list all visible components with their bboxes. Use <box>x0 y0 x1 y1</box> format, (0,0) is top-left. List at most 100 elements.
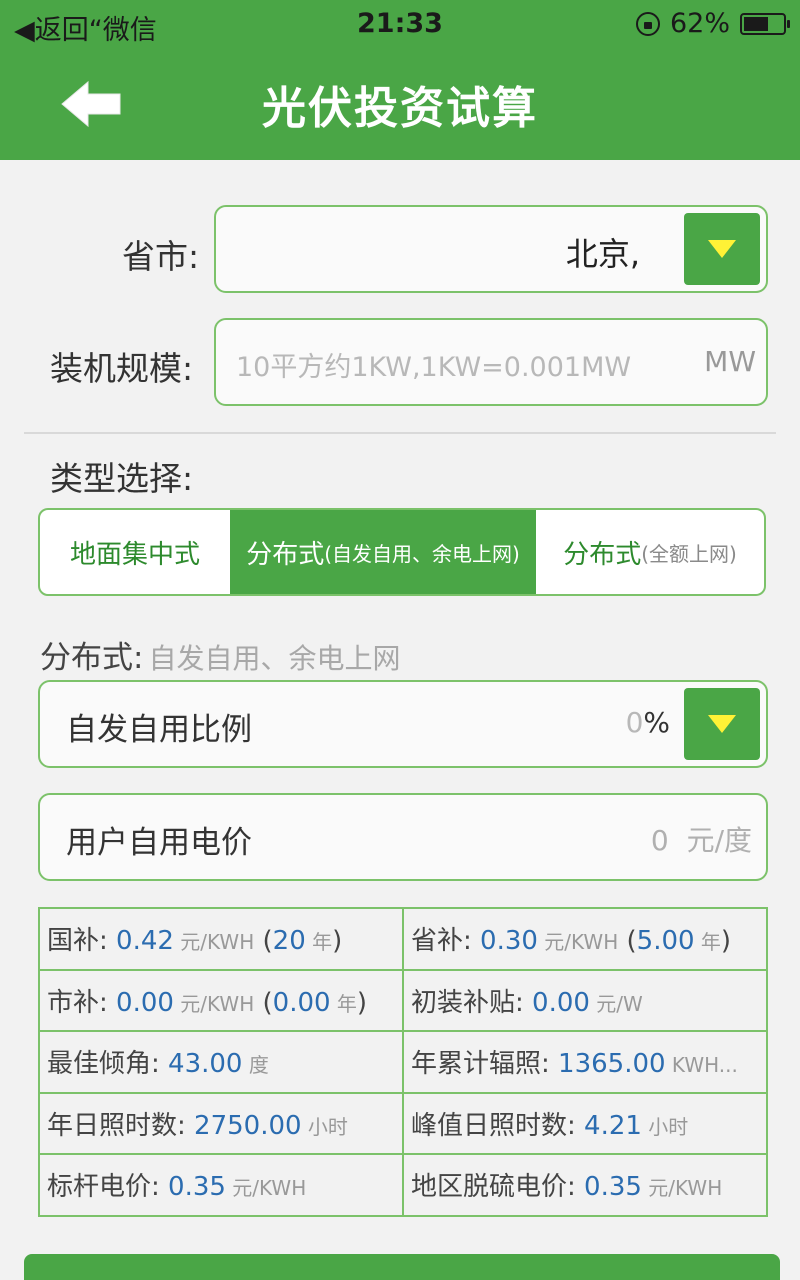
type-select-label: 类型选择: <box>50 459 194 498</box>
param-cell: 峰值日照时数: 4.21 小时 <box>402 1091 768 1155</box>
param-value: 1365.00 <box>558 1049 666 1080</box>
param-label: 最佳倾角: <box>47 1049 169 1080</box>
param-cell: 年日照时数: 2750.00 小时 <box>38 1091 404 1155</box>
param-extra-close: ) <box>332 926 343 957</box>
self-use-price-label: 用户自用电价 <box>66 825 252 861</box>
param-value: 0.00 <box>116 987 174 1018</box>
param-extra-unit: 年 <box>330 991 357 1016</box>
param-label: 峰值日照时数: <box>411 1110 585 1141</box>
param-label: 国补: <box>47 926 117 957</box>
params-row: 年日照时数: 2750.00 小时 峰值日照时数: 4.21 小时 <box>38 1091 768 1155</box>
param-cell: 年累计辐照: 1365.00 KWH... <box>402 1030 768 1094</box>
self-use-ratio-dropdown-button[interactable] <box>684 688 760 760</box>
capacity-input[interactable]: 10平方约1KW,1KW=0.001MW <box>236 345 631 384</box>
province-dropdown-button[interactable] <box>684 213 760 285</box>
battery-percent: 62% <box>669 8 730 39</box>
param-value: 0.35 <box>168 1172 226 1203</box>
distributed-heading: 分布式: 自发自用、余电上网 <box>40 632 401 677</box>
status-bar: ◀返回“微信 21:33 62% <box>0 0 800 50</box>
chevron-down-icon <box>708 715 736 733</box>
param-label: 地区脱硫电价: <box>411 1172 585 1203</box>
param-cell: 市补: 0.00 元/KWH (0.00 年) <box>38 968 404 1032</box>
param-label: 市补: <box>47 987 117 1018</box>
param-extra-open: ( <box>254 987 273 1018</box>
distributed-label: 分布式: <box>40 640 144 676</box>
divider <box>24 432 776 434</box>
rotation-lock-icon <box>635 11 660 36</box>
param-extra-unit: 年 <box>694 930 721 955</box>
param-unit: 度 <box>242 1053 269 1078</box>
type-option-full-sub: (全额上网) <box>641 541 737 566</box>
type-option-ground[interactable]: 地面集中式 <box>40 510 230 594</box>
distributed-desc: 自发自用、余电上网 <box>148 642 401 675</box>
self-use-ratio-value: 0% <box>626 706 670 739</box>
chevron-down-icon <box>708 240 736 258</box>
self-use-ratio-label: 自发自用比例 <box>66 712 252 748</box>
param-cell: 标杆电价: 0.35 元/KWH <box>38 1153 404 1217</box>
param-value: 43.00 <box>168 1049 243 1080</box>
province-value: 北京, <box>565 235 640 273</box>
param-unit: 小时 <box>301 1114 348 1139</box>
type-segmented-control: 地面集中式 分布式 (自发自用、余电上网) 分布式 (全额上网) <box>38 508 766 596</box>
self-use-price-unit: 元/度 <box>686 824 752 857</box>
param-label: 省补: <box>411 926 481 957</box>
battery-icon <box>740 12 790 35</box>
param-extra-value: 20 <box>272 926 306 957</box>
province-select[interactable]: 北京, <box>214 205 768 293</box>
param-unit: 元/KWH <box>173 991 255 1016</box>
param-unit: 元/W <box>589 991 643 1016</box>
capacity-unit: MW <box>704 345 756 378</box>
self-use-price-field[interactable]: 用户自用电价 0 元/度 <box>38 793 768 881</box>
param-label: 标杆电价: <box>47 1172 169 1203</box>
type-option-ground-label: 地面集中式 <box>69 539 200 570</box>
param-unit: 元/KWH <box>641 1176 723 1201</box>
type-option-self-use-main: 分布式 <box>246 539 325 570</box>
page-title: 光伏投资试算 <box>262 83 538 134</box>
type-option-distributed-full[interactable]: 分布式 (全额上网) <box>536 510 764 594</box>
param-label: 年日照时数: <box>47 1110 195 1141</box>
param-cell: 国补: 0.42 元/KWH (20 年) <box>38 907 404 971</box>
status-right: 62% <box>635 8 790 39</box>
type-option-self-use-sub: (自发自用、余电上网) <box>324 541 520 566</box>
param-extra-open: ( <box>254 926 273 957</box>
param-extra-close: ) <box>720 926 732 957</box>
param-unit: 小时 <box>641 1114 689 1139</box>
param-extra-unit: 年 <box>305 930 333 955</box>
param-cell: 初装补贴: 0.00 元/W <box>402 968 768 1032</box>
param-unit: KWH... <box>665 1053 738 1078</box>
param-extra-close: ) <box>356 987 368 1018</box>
param-label: 初装补贴: <box>411 987 533 1018</box>
param-value: 0.42 <box>116 926 174 957</box>
capacity-label: 装机规模: <box>50 349 194 388</box>
type-option-full-main: 分布式 <box>563 539 642 570</box>
province-label: 省市: <box>122 237 200 276</box>
battery-fill <box>744 16 768 31</box>
param-extra-value: 0.00 <box>272 987 331 1018</box>
param-value: 0.35 <box>584 1172 642 1203</box>
param-label: 年累计辐照: <box>411 1049 559 1080</box>
params-row: 最佳倾角: 43.00 度年累计辐照: 1365.00 KWH... <box>38 1030 768 1094</box>
params-row: 标杆电价: 0.35 元/KWH 地区脱硫电价: 0.35 元/KWH <box>38 1153 768 1217</box>
type-option-distributed-self-use[interactable]: 分布式 (自发自用、余电上网) <box>230 510 536 594</box>
params-row: 市补: 0.00 元/KWH (0.00 年) 初装补贴: 0.00 元/W <box>38 968 768 1032</box>
param-value: 0.30 <box>480 926 538 957</box>
param-value: 0.00 <box>532 987 590 1018</box>
param-cell: 省补: 0.30 元/KWH (5.00 年) <box>402 907 768 971</box>
params-row: 国补: 0.42 元/KWH (20 年) 省补: 0.30 元/KWH (5.0… <box>38 907 768 971</box>
calculate-button[interactable] <box>24 1254 780 1280</box>
param-unit: 元/KWH <box>173 930 255 955</box>
param-unit: 元/KWH <box>537 930 619 955</box>
self-use-price-number: 0 <box>650 824 669 857</box>
nav-bar: 光伏投资试算 <box>0 50 800 160</box>
param-extra-open: ( <box>618 926 637 957</box>
param-cell: 地区脱硫电价: 0.35 元/KWH <box>402 1153 768 1217</box>
self-use-ratio-unit: % <box>643 706 670 739</box>
param-unit: 元/KWH <box>225 1176 307 1201</box>
param-value: 2750.00 <box>194 1110 302 1141</box>
capacity-field[interactable]: 10平方约1KW,1KW=0.001MW MW <box>214 318 768 406</box>
param-cell: 最佳倾角: 43.00 度 <box>38 1030 404 1094</box>
params-table: 国补: 0.42 元/KWH (20 年) 省补: 0.30 元/KWH (5.0… <box>38 907 768 1217</box>
self-use-ratio-select[interactable]: 自发自用比例 0% <box>38 680 768 768</box>
param-value: 4.21 <box>584 1110 642 1141</box>
self-use-price-value[interactable]: 0 元/度 <box>651 819 752 859</box>
